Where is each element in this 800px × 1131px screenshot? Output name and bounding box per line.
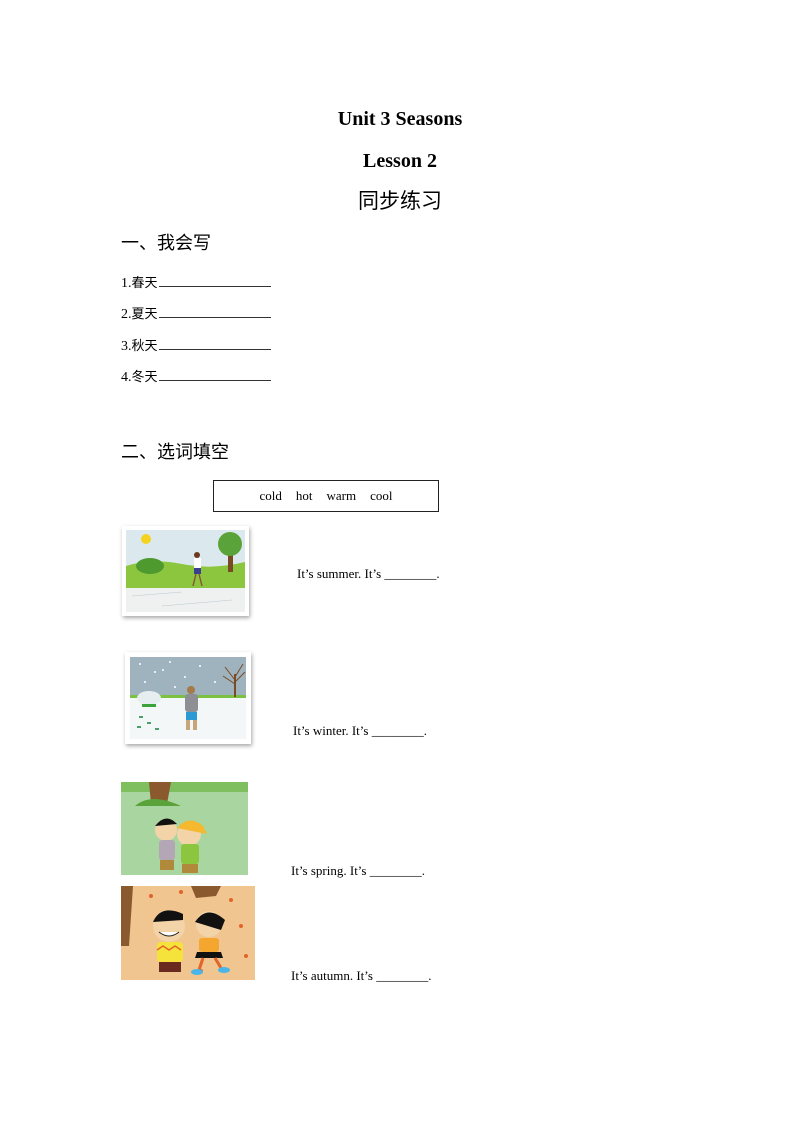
item-word: 春天 — [131, 276, 158, 291]
section1-heading: 一、我会写 — [121, 233, 211, 254]
word-bank-box: cold hot warm cool — [213, 480, 439, 512]
word-option: warm — [326, 488, 357, 503]
answer-blank[interactable] — [158, 272, 271, 287]
section2-heading: 二、选词填空 — [121, 442, 229, 463]
question-sentence: It’s winter. It’s ________. — [293, 723, 427, 738]
winter-scene-image — [125, 652, 251, 744]
word-option: cool — [370, 488, 393, 503]
item-number: 4. — [121, 370, 132, 385]
question-sentence: It’s autumn. It’s ________. — [291, 968, 432, 983]
answer-blank[interactable] — [158, 303, 271, 318]
item-number: 3. — [121, 339, 132, 354]
word-option: hot — [295, 488, 313, 503]
answer-blank[interactable] — [158, 335, 271, 350]
sun-icon — [141, 534, 151, 544]
spring-scene-image — [121, 782, 248, 875]
write-item: 4.冬天 — [121, 366, 271, 387]
autumn-illustration — [121, 886, 255, 980]
write-item: 3.秋天 — [121, 335, 271, 356]
item-number: 2. — [121, 307, 132, 322]
question-sentence: It’s summer. It’s ________. — [297, 566, 440, 581]
lesson-title: Lesson 2 — [363, 150, 437, 172]
worksheet-subtitle: 同步练习 — [358, 189, 442, 213]
item-word: 夏天 — [131, 307, 158, 322]
spring-illustration — [121, 782, 248, 875]
write-item: 2.夏天 — [121, 303, 271, 324]
write-item: 1.春天 — [121, 272, 271, 293]
word-option: cold — [259, 488, 282, 503]
question-sentence: It’s spring. It’s ________. — [291, 863, 425, 878]
item-word: 秋天 — [131, 339, 158, 354]
item-word: 冬天 — [131, 370, 158, 385]
answer-blank[interactable] — [158, 366, 271, 381]
unit-title: Unit 3 Seasons — [337, 108, 463, 130]
autumn-scene-image — [121, 886, 255, 980]
summer-scene-image — [122, 526, 249, 616]
winter-illustration — [125, 652, 251, 744]
summer-illustration — [122, 526, 249, 616]
item-number: 1. — [121, 276, 132, 291]
